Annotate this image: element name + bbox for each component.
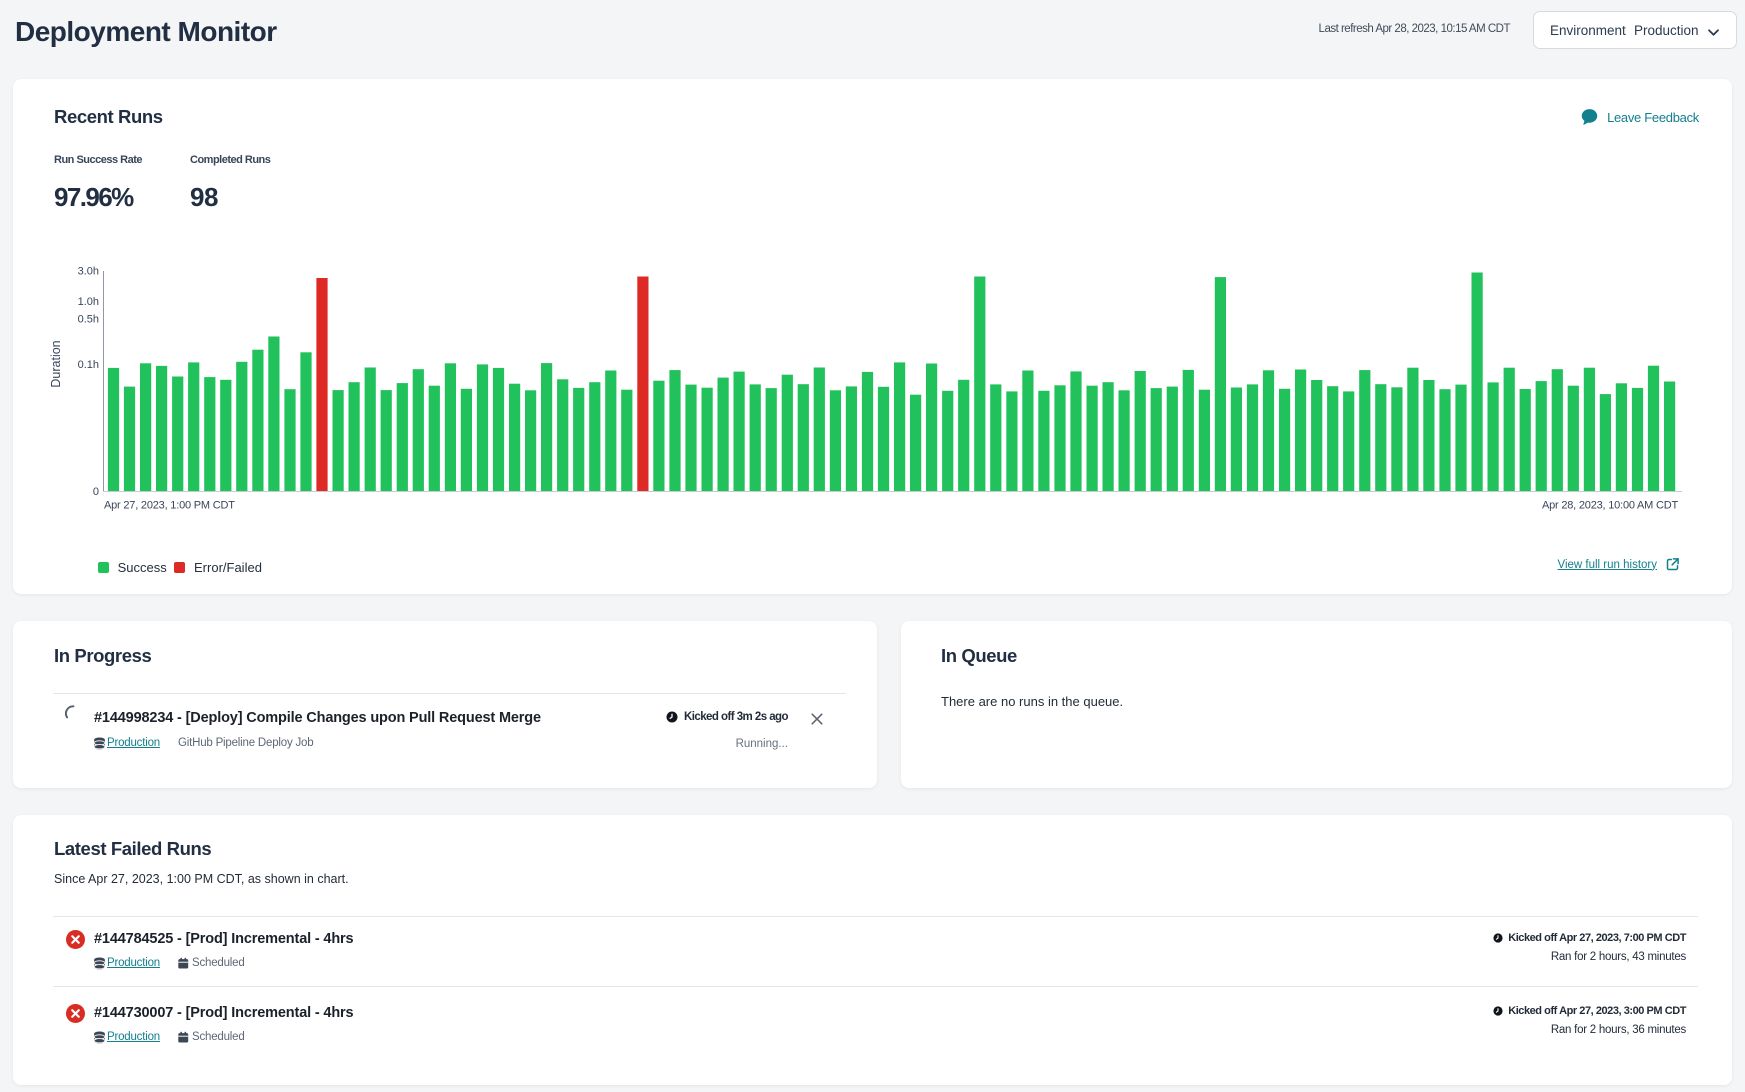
svg-text:3.0h: 3.0h xyxy=(78,266,99,278)
svg-text:1.0h: 1.0h xyxy=(78,296,99,308)
svg-text:0.1h: 0.1h xyxy=(78,359,99,371)
svg-text:0: 0 xyxy=(93,486,99,498)
svg-text:Apr 27, 2023, 1:00 PM CDT: Apr 27, 2023, 1:00 PM CDT xyxy=(104,500,235,512)
svg-text:Apr 28, 2023, 10:00 AM CDT: Apr 28, 2023, 10:00 AM CDT xyxy=(1542,500,1679,512)
svg-text:0.5h: 0.5h xyxy=(78,314,99,326)
svg-text:Duration: Duration xyxy=(49,340,63,387)
